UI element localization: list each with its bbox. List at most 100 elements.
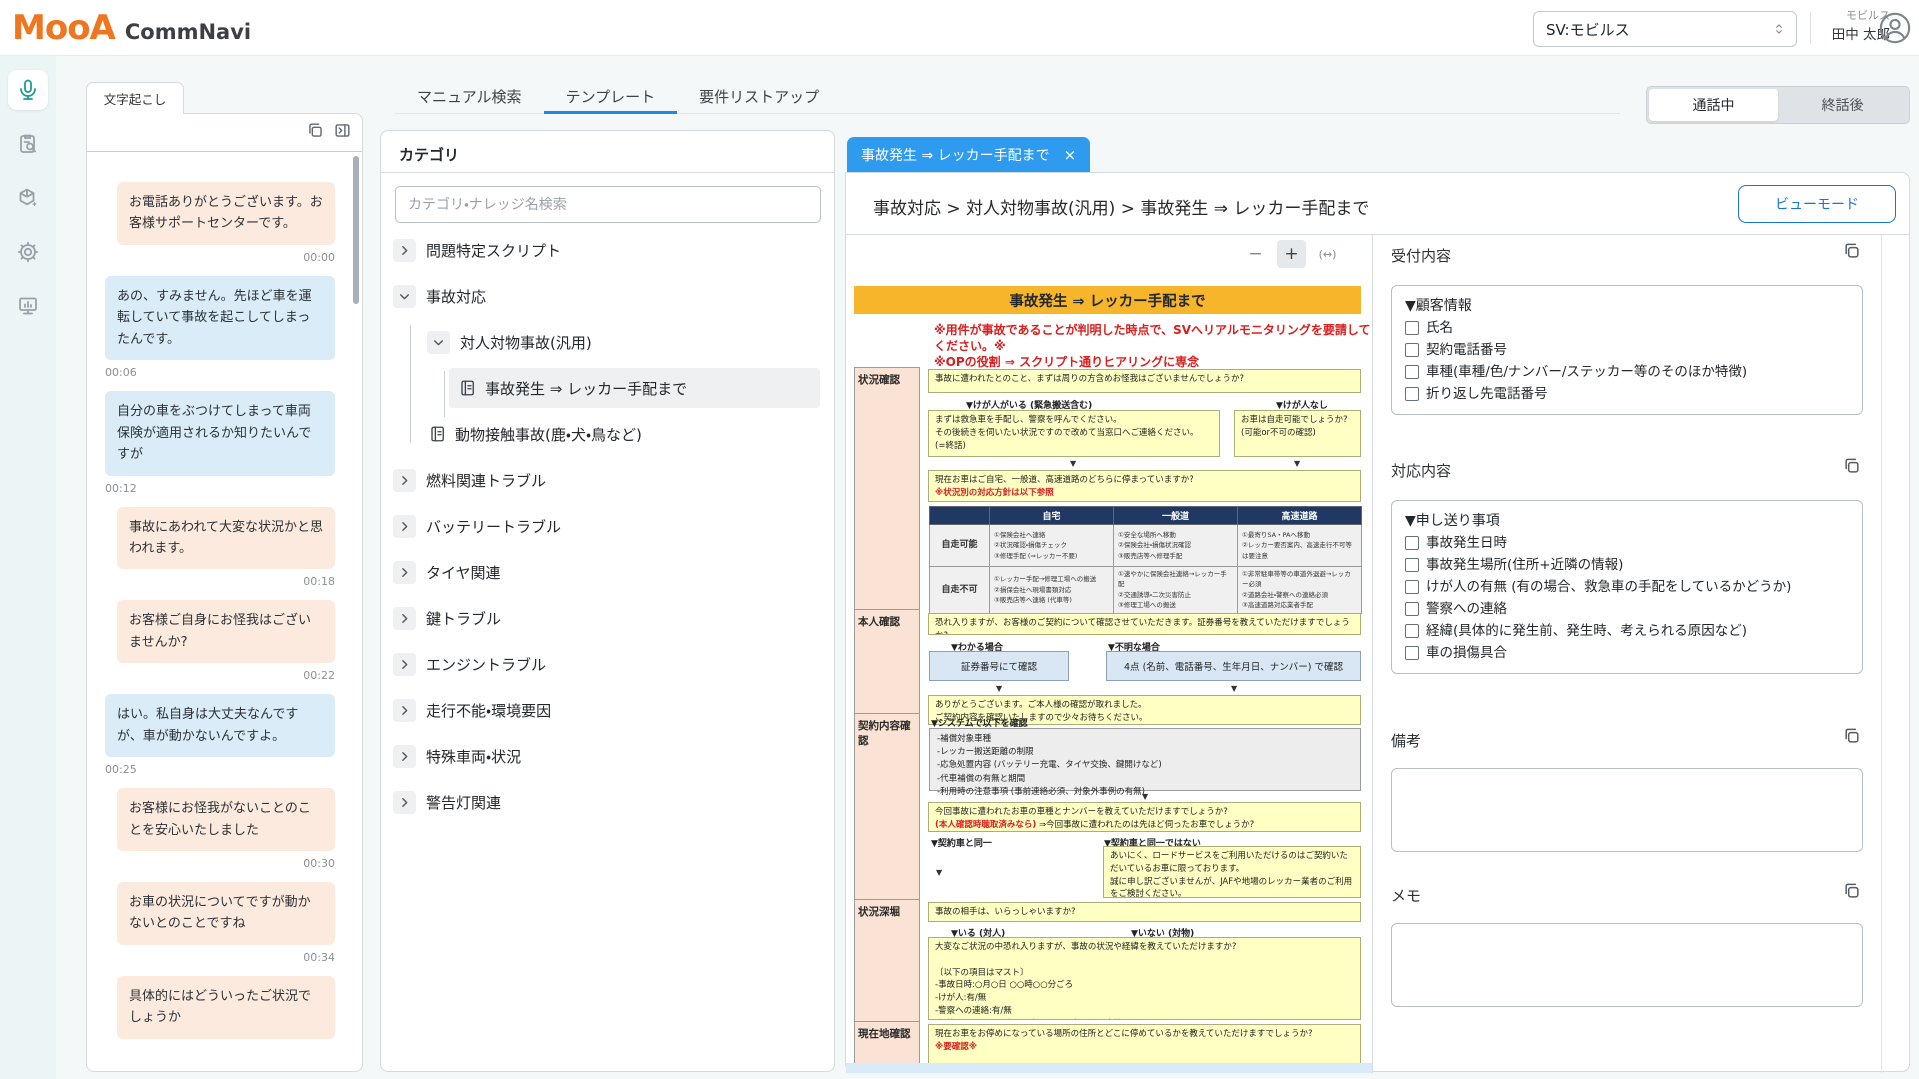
chat-message: はい。私自身は大丈夫なんですが、車が動かないんですよ。 00:25 [105,694,335,776]
user-avatar-icon[interactable] [1878,11,1912,45]
close-icon[interactable]: × [1064,146,1077,164]
timestamp: 00:12 [105,482,335,495]
copy-memo-icon[interactable] [1842,881,1862,901]
checkbox[interactable] [1405,365,1419,379]
copy-response-icon[interactable] [1842,456,1862,476]
flow-question-text: 現在お車はご自宅、一般道、高速道路のどちらに停まっていますか? [935,475,1194,485]
memo-textarea[interactable] [1391,923,1863,1007]
chat-message: お客様ご自身にお怪我はございませんか? 00:22 [105,600,335,682]
remarks-textarea[interactable] [1391,768,1863,852]
chevron-right-icon[interactable] [393,469,416,492]
chevron-right-icon[interactable] [393,699,416,722]
toggle-after-call[interactable]: 終話後 [1778,89,1907,121]
tree-item-accident-response[interactable]: 事故対応 [381,273,828,319]
checkbox[interactable] [1405,387,1419,401]
copy-remarks-icon[interactable] [1842,726,1862,746]
tree-item-special-vehicle[interactable]: 特殊車両・状況 [381,733,828,779]
note-pane: 受付内容 ▼顧客情報 氏名 契約電話番号 車種(車種/色/ナンバー/ステッカー等… [1374,235,1911,1073]
table-cell: ①レッカー手配→修理工場への搬送 ②損保会社へ現場書類対応 ③販売店等へ連絡 (… [990,567,1114,614]
chat-scrollbar-thumb[interactable] [353,156,359,304]
checkbox[interactable] [1405,536,1419,550]
checkbox[interactable] [1405,343,1419,357]
checklist-item: 氏名 [1405,317,1849,339]
zoom-out-button[interactable]: − [1241,240,1270,268]
clipboard-search-icon[interactable] [8,124,48,164]
flow-arrow: ▼ [1142,792,1148,801]
sv-selector[interactable]: SV:モビルス [1533,11,1797,47]
tab-transcript[interactable]: 文字起こし [86,82,184,114]
tree-item-warning-light[interactable]: 警告灯関連 [381,779,828,825]
chat-message: 自分の車をぶつけてしまって車両保険が適用されるか知りたいんですが 00:12 [105,391,335,494]
checkbox[interactable] [1405,558,1419,572]
tree-item-fuel-trouble[interactable]: 燃料関連トラブル [381,457,828,503]
checklist-item: 車の損傷具合 [1405,642,1849,664]
flow-row-label: 状況深堀 [854,899,920,1022]
tree-item-tire[interactable]: タイヤ関連 [381,549,828,595]
view-mode-button[interactable]: ビューモード [1738,185,1896,223]
table-cell: ①速やかに保険会社連絡→レッカー手配 ②交通誘導・二次災害防止 ③修理工場への搬… [1114,567,1238,614]
timestamp: 00:18 [105,575,335,588]
tree-item-accident-to-tow[interactable]: 事故発生 ⇒ レッカー手配まで [381,365,828,411]
logo-commnavi: CommNavi [125,20,251,44]
flow-question-box: 事故の相手は、いらっしゃいますか? [928,902,1361,922]
checklist-item: 経緯(具体的に発生前、発生時、考えられる原因など) [1405,620,1849,642]
chevron-down-icon[interactable] [393,285,416,308]
chevron-right-icon[interactable] [393,653,416,676]
chevron-right-icon[interactable] [393,239,416,262]
tree-item-animal-collision[interactable]: 動物接触事故(鹿・犬・鳥など) [381,411,828,457]
flow-question-text: ⇒今回事故に遭われたのは先ほど伺ったお車でしょうか? [1036,820,1254,830]
tree-item-label: 対人対物事故(汎用) [460,332,592,353]
flow-document-viewer: − + (↔) 事故発生 ⇒ レッカー手配まで ※用件が事故であることが判明した… [846,235,1373,1073]
checkbox[interactable] [1405,646,1419,660]
checklist-label: けが人の有無 (有の場合、救急車の手配をしているかどうか) [1426,576,1791,598]
copy-reception-icon[interactable] [1842,241,1862,261]
chevron-down-icon[interactable] [427,331,450,354]
viewer-horizontal-scrollbar[interactable] [846,1063,1373,1073]
monitor-chart-icon[interactable] [8,286,48,326]
tab-manual-search[interactable]: マニュアル検索 [395,82,544,114]
checklist-label: 氏名 [1426,317,1453,339]
tree-item-engine-trouble[interactable]: エンジントラブル [381,641,828,687]
mic-icon[interactable] [8,70,48,110]
checkbox[interactable] [1405,624,1419,638]
zoom-in-button[interactable]: + [1277,240,1306,268]
flow-step-text: 大変なご状況の中恐れ入りますが、事故の状況や経緯を教えていただけますか? 〔以下… [935,942,1236,1020]
collapse-panel-icon[interactable] [333,121,352,140]
table-row-header: 自走不可 [930,567,990,614]
table-col-header: 高速道路 [1238,507,1362,525]
ai-cube-icon[interactable] [8,178,48,218]
flow-red-note: ※要確認※ [935,1042,977,1052]
flow-question-box: 事故に遭われたとのこと、まずは周りの方含めお怪我はございませんでしょうか? [928,369,1361,393]
chevron-right-icon[interactable] [393,791,416,814]
tab-label: 要件リストアップ [699,86,819,107]
copy-transcript-icon[interactable] [306,121,325,140]
document-tab[interactable]: 事故発生 ⇒ レッカー手配まで × [847,137,1090,172]
table-row-header: 自走可能 [930,525,990,567]
toggle-in-call[interactable]: 通話中 [1649,89,1778,121]
tree-item-key-trouble[interactable]: 鍵トラブル [381,595,828,641]
checklist-item: 警察への連絡 [1405,598,1849,620]
category-search-input[interactable] [395,186,821,223]
checkbox[interactable] [1405,321,1419,335]
flow-policy-table: 自宅 一般道 高速道路 自走可能 ①保険会社へ連絡 ②状況確認・損傷チェック ③… [929,506,1362,614]
tree-item-immobile-environment[interactable]: 走行不能・環境要因 [381,687,828,733]
timestamp: 00:00 [105,251,335,264]
timestamp: 00:25 [105,763,335,776]
memo-title: メモ [1391,885,1421,906]
chat-message: あの、すみません。先ほど車を運転していて事故を起こしてしまったんです。 00:0… [105,276,335,379]
checkbox[interactable] [1405,602,1419,616]
settings-gear-icon[interactable] [8,232,48,272]
tab-template[interactable]: テンプレート [544,82,678,114]
checkbox[interactable] [1405,580,1419,594]
flow-option-box: 証券番号にて確認 [929,651,1069,681]
chevron-right-icon[interactable] [393,515,416,538]
chevron-right-icon[interactable] [393,561,416,584]
tab-requirements[interactable]: 要件リストアップ [677,82,841,114]
fit-width-icon[interactable]: (↔) [1313,240,1342,268]
chevron-right-icon[interactable] [393,607,416,630]
tree-item-person-property-accident[interactable]: 対人対物事故(汎用) [381,319,828,365]
chevron-right-icon[interactable] [393,745,416,768]
tree-item-battery-trouble[interactable]: バッテリートラブル [381,503,828,549]
document-icon [459,379,477,397]
tree-item-problem-scripts[interactable]: 問題特定スクリプト [381,227,828,273]
